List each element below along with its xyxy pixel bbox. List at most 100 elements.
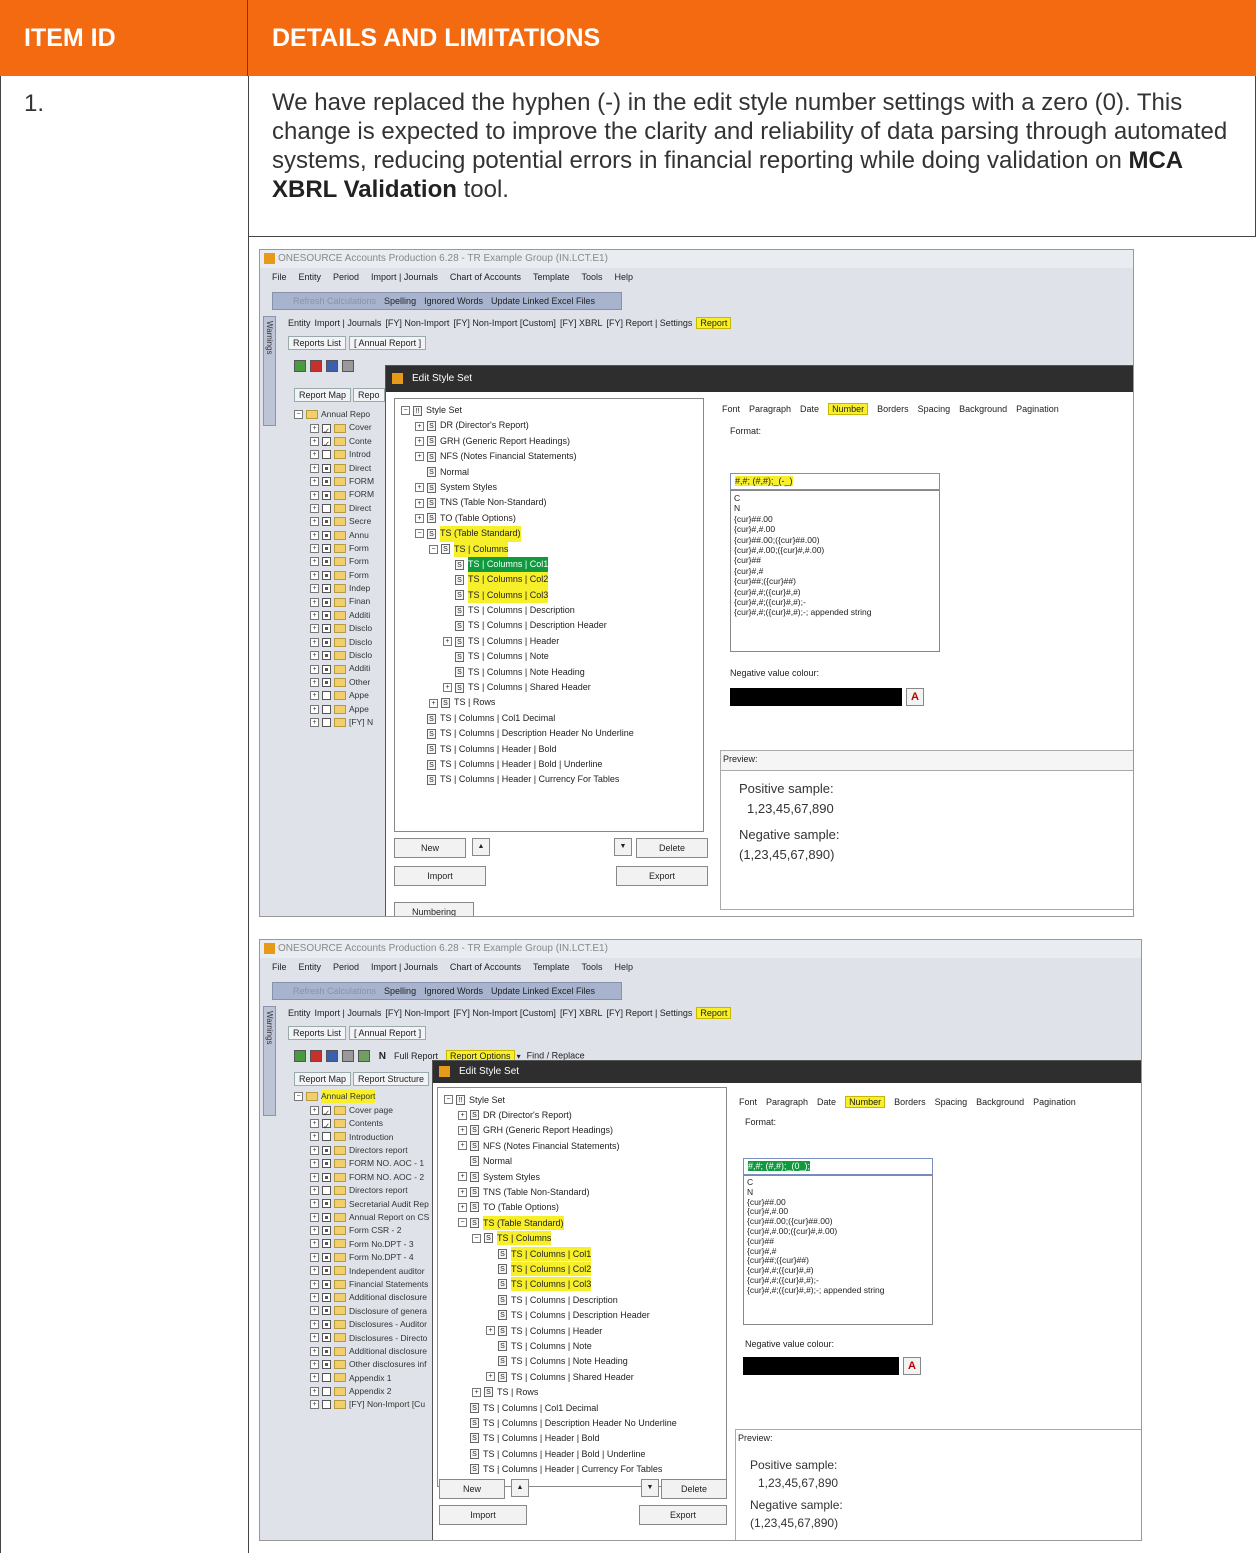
expand-icon[interactable]: +	[310, 1239, 319, 1249]
menu-chart[interactable]: Chart of Accounts	[450, 272, 521, 282]
tree-item[interactable]: + Disclosure of genera	[294, 1304, 429, 1317]
format-option[interactable]: {cur}#,#;({cur}#,#);-; appended string	[734, 607, 936, 617]
checkbox-icon[interactable]	[322, 1239, 331, 1249]
expand-icon[interactable]: +	[486, 1326, 495, 1336]
expand-icon[interactable]: +	[415, 452, 424, 462]
checkbox-icon[interactable]	[322, 1185, 331, 1195]
format-option[interactable]: C	[734, 493, 936, 503]
format-option[interactable]: {cur}#,#;({cur}#,#)	[734, 587, 936, 597]
checkbox-icon[interactable]	[322, 544, 331, 554]
expand-icon[interactable]: +	[310, 436, 319, 446]
pdf-icon-2[interactable]	[310, 1050, 322, 1062]
tab-pagination[interactable]: Pagination	[1016, 404, 1059, 414]
checkbox-icon[interactable]	[322, 477, 331, 487]
checkbox-icon[interactable]	[322, 1226, 331, 1236]
neg-colour-swatch[interactable]	[730, 688, 902, 706]
excel-icon[interactable]	[294, 360, 306, 372]
expand-icon[interactable]: +	[310, 1400, 319, 1410]
menu-period-2[interactable]: Period	[333, 962, 359, 972]
expand-icon[interactable]: +	[415, 498, 424, 508]
delete-button-2[interactable]: Delete	[661, 1479, 727, 1499]
checkbox-icon[interactable]	[322, 490, 331, 500]
style-tree-item[interactable]: S TS | Columns | Description Header No Un…	[444, 1415, 726, 1430]
pdf-icon[interactable]	[310, 360, 322, 372]
tab-reports-list[interactable]: Reports List	[288, 336, 347, 350]
format-option[interactable]: {cur}#,#;({cur}#,#);-; appended string	[747, 1285, 929, 1296]
warnings-tab-2[interactable]: Warnings	[263, 1006, 276, 1116]
tree-item[interactable]: + FORM	[294, 488, 374, 501]
style-tree-item[interactable]: S TS | Columns | Col2	[444, 1261, 726, 1276]
tree-item[interactable]: + Additi	[294, 662, 374, 675]
style-tree-item[interactable]: S TS | Columns | Description Header No Un…	[401, 726, 703, 741]
tree-item[interactable]: + Annu	[294, 529, 374, 542]
tree-item[interactable]: + ✓ Cover page	[294, 1103, 429, 1118]
style-tree-item[interactable]: − S TS | Columns	[401, 541, 703, 557]
tab-number[interactable]: Number	[828, 403, 869, 415]
tree-item[interactable]: + [FY] Non-Import [Cu	[294, 1398, 429, 1411]
checkbox-icon[interactable]	[322, 1212, 331, 1222]
tree-item[interactable]: + Disclosures - Directo	[294, 1331, 429, 1344]
expand-icon[interactable]: −	[472, 1233, 481, 1243]
style-tree-item[interactable]: S TS | Columns | Description Header	[401, 618, 703, 633]
style-tree-item[interactable]: + S System Styles	[401, 480, 703, 495]
tab-borders-2[interactable]: Borders	[894, 1097, 926, 1107]
expand-icon[interactable]: +	[458, 1110, 467, 1120]
refresh-button-2[interactable]: Refresh Calculations	[293, 986, 376, 996]
tab-import[interactable]: Import | Journals	[315, 318, 382, 328]
expand-icon[interactable]: +	[310, 423, 319, 433]
checkbox-icon[interactable]	[322, 584, 331, 594]
tree-item[interactable]: + Other disclosures inf	[294, 1358, 429, 1371]
style-tree-item[interactable]: S TS | Columns | Description	[401, 603, 703, 618]
ignored-words-button[interactable]: Ignored Words	[424, 296, 483, 306]
tree-item[interactable]: + Direct	[294, 502, 374, 515]
expand-icon[interactable]: +	[415, 436, 424, 446]
menu-tools[interactable]: Tools	[582, 272, 603, 282]
tree-item[interactable]: + ✓ Conte	[294, 435, 374, 449]
checkbox-icon[interactable]: ✓	[322, 1118, 331, 1131]
tree-item[interactable]: + Other	[294, 676, 374, 689]
tree-item[interactable]: + Disclo	[294, 649, 374, 662]
expand-icon[interactable]: +	[472, 1387, 481, 1397]
expand-icon[interactable]: +	[458, 1187, 467, 1197]
tree-item[interactable]: + Additional disclosure	[294, 1291, 429, 1304]
tab-spacing-2[interactable]: Spacing	[935, 1097, 968, 1107]
checkbox-icon[interactable]: ✓	[322, 436, 331, 449]
colour-picker-icon-2[interactable]: A	[903, 1357, 921, 1375]
tab-non-import[interactable]: [FY] Non-Import	[385, 318, 449, 328]
tree-item[interactable]: + Finan	[294, 595, 374, 608]
tab-report-map-2[interactable]: Report Map	[294, 1072, 352, 1086]
expand-icon[interactable]: +	[310, 1118, 319, 1128]
expand-icon[interactable]: +	[310, 611, 319, 621]
expand-icon[interactable]: +	[310, 544, 319, 554]
tab-report-settings[interactable]: [FY] Report | Settings	[606, 318, 692, 328]
tree-item[interactable]: + FORM NO. AOC - 1	[294, 1157, 429, 1170]
checkbox-icon[interactable]	[322, 637, 331, 647]
menu-import[interactable]: Import | Journals	[371, 272, 438, 282]
tree-item[interactable]: + Secretarial Audit Rep	[294, 1197, 429, 1210]
checkbox-icon[interactable]	[322, 1199, 331, 1209]
word-icon-2[interactable]	[326, 1050, 338, 1062]
expand-icon[interactable]: +	[443, 637, 452, 647]
expand-icon[interactable]: +	[310, 1252, 319, 1262]
style-tree-item[interactable]: + S TS | Columns | Header	[401, 634, 703, 649]
expand-icon[interactable]: −	[401, 406, 410, 416]
tree-item[interactable]: + Secre	[294, 515, 374, 528]
checkbox-icon[interactable]	[322, 1252, 331, 1262]
style-tree-item[interactable]: + S TS | Columns | Shared Header	[401, 680, 703, 695]
style-tree-item[interactable]: S TS | Columns | Col1 Decimal	[401, 711, 703, 726]
expand-icon[interactable]: +	[310, 1132, 319, 1142]
spelling-button[interactable]: Spelling	[384, 296, 416, 306]
expand-icon[interactable]: −	[444, 1095, 453, 1105]
style-tree-item[interactable]: S TS | Columns | Note	[444, 1338, 726, 1353]
expand-icon[interactable]: +	[310, 557, 319, 567]
menu-help[interactable]: Help	[615, 272, 634, 282]
format-input[interactable]: #,#; (#,#);_(-_)	[730, 473, 940, 490]
checkbox-icon[interactable]	[322, 1319, 331, 1329]
expand-icon[interactable]: +	[415, 483, 424, 493]
checkbox-icon[interactable]	[322, 1386, 331, 1396]
menu-template-2[interactable]: Template	[533, 962, 570, 972]
export-button-2[interactable]: Export	[639, 1505, 727, 1525]
checkbox-icon[interactable]	[322, 570, 331, 580]
tree-item[interactable]: + Introduction	[294, 1130, 429, 1143]
style-tree-item[interactable]: S TS | Columns | Description	[444, 1292, 726, 1307]
